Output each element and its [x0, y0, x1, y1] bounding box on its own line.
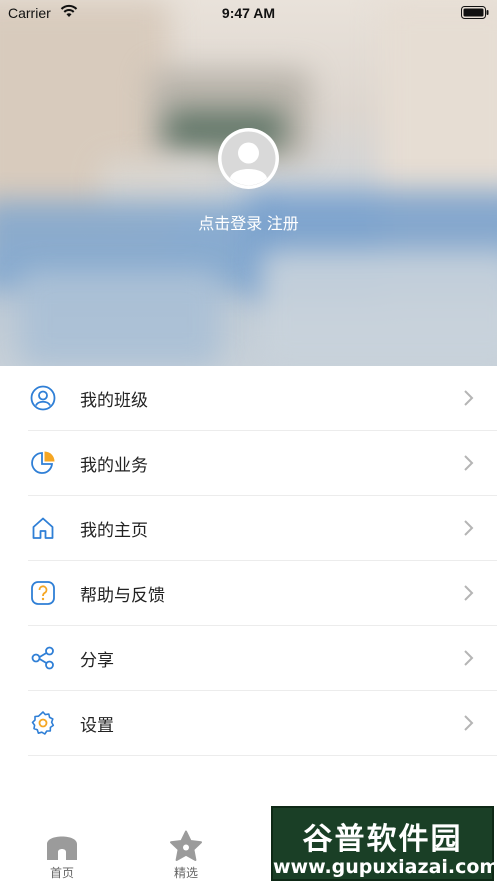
menu-list: 我的班级 我的业务 我的主页 帮助与反馈 分享 设置: [0, 366, 497, 756]
home-icon: [28, 513, 58, 543]
menu-item-label: 分享: [80, 650, 114, 670]
star-tab-icon: [170, 830, 202, 861]
chevron-right-icon: [464, 715, 474, 731]
login-register-row: 点击登录 注册: [0, 210, 497, 234]
default-avatar-icon: [221, 131, 276, 186]
chevron-right-icon: [464, 455, 474, 471]
menu-item-share[interactable]: 分享: [28, 626, 497, 691]
settings-icon: [28, 708, 58, 738]
tab-home[interactable]: 首页: [32, 830, 92, 881]
pie-chart-icon: [28, 448, 58, 478]
chevron-right-icon: [464, 520, 474, 536]
menu-item-label: 我的业务: [80, 455, 148, 475]
tab-label: 精选: [173, 866, 198, 880]
user-circle-icon: [28, 383, 58, 413]
chevron-right-icon: [464, 650, 474, 666]
share-icon: [28, 643, 58, 673]
profile-header: Carrier 9:47 AM 点击登录 注册: [0, 0, 497, 366]
home-tab-icon: [47, 836, 77, 860]
menu-item-my-homepage[interactable]: 我的主页: [28, 496, 497, 561]
help-icon: [28, 578, 58, 608]
menu-item-label: 我的班级: [80, 390, 148, 410]
register-link[interactable]: 注册: [267, 216, 299, 233]
login-link[interactable]: 点击登录: [198, 216, 262, 233]
watermark-title: 谷普软件园: [302, 823, 463, 856]
chevron-right-icon: [464, 390, 474, 406]
battery-icon: [461, 6, 489, 19]
tab-label: 首页: [49, 866, 74, 880]
watermark-url: www.gupuxiazai.com: [273, 856, 497, 878]
status-time: 9:47 AM: [221, 5, 276, 21]
status-bar: Carrier 9:47 AM: [0, 0, 497, 26]
menu-item-label: 我的主页: [80, 520, 148, 540]
menu-item-label: 帮助与反馈: [80, 585, 165, 605]
menu-item-my-business[interactable]: 我的业务: [28, 431, 497, 496]
menu-item-label: 设置: [80, 715, 114, 735]
watermark-logo: 谷普软件园 www.gupuxiazai.com: [271, 806, 497, 881]
menu-item-help-feedback[interactable]: 帮助与反馈: [28, 561, 497, 626]
menu-item-my-class[interactable]: 我的班级: [28, 366, 497, 431]
menu-item-settings[interactable]: 设置: [28, 691, 497, 756]
avatar[interactable]: [218, 128, 279, 189]
tab-picks[interactable]: 精选: [156, 830, 216, 881]
chevron-right-icon: [464, 585, 474, 601]
